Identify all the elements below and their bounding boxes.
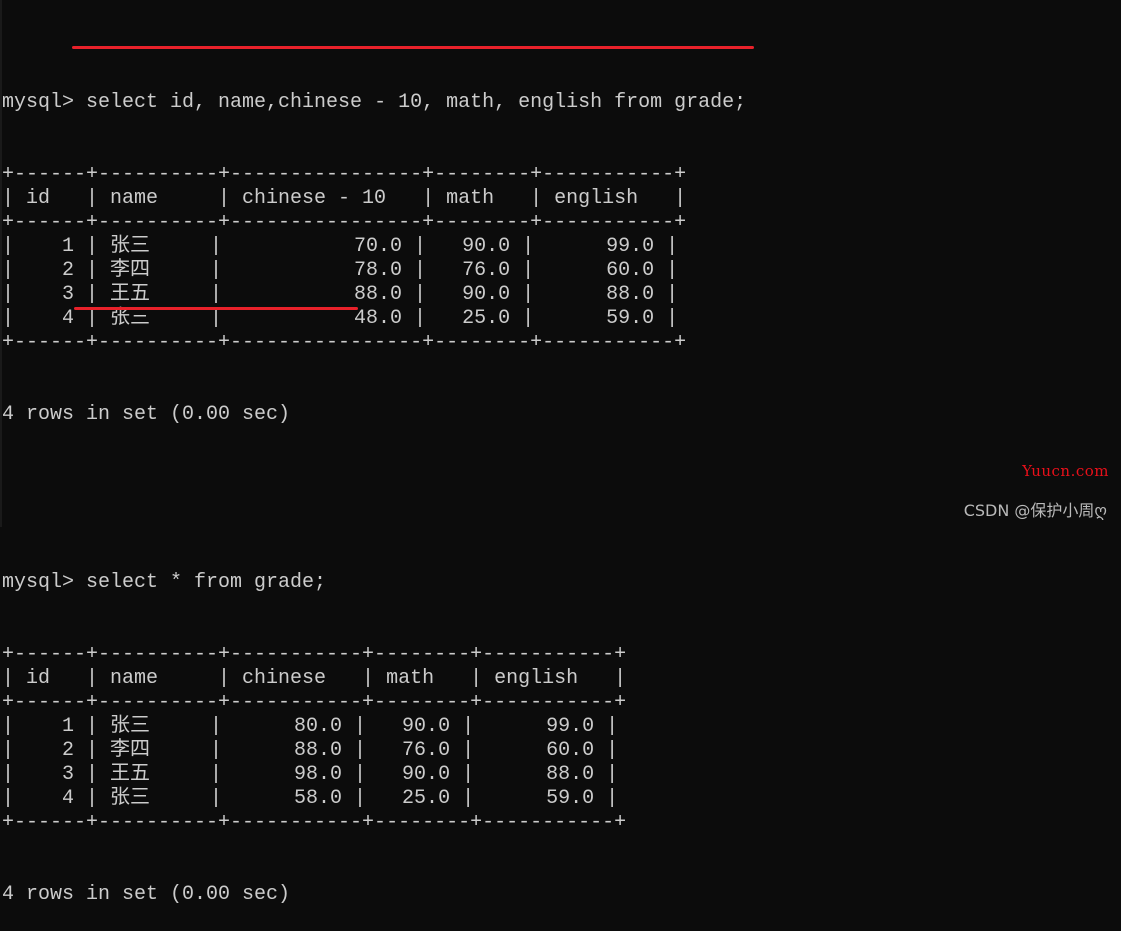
prompt: mysql> (2, 91, 87, 114)
query-2-summary: 4 rows in set (0.00 sec) (2, 883, 291, 906)
table-border: +------+----------+----------------+----… (2, 331, 687, 354)
prompt: mysql> (2, 571, 87, 594)
site-watermark: Yuucn.com (1022, 462, 1109, 480)
table-row: | 4 | 张三 | 48.0 | 25.0 | 59.0 | (2, 307, 679, 330)
table-border: +------+----------+----------------+----… (2, 211, 687, 234)
table-header: | id | name | chinese - 10 | math | engl… (2, 187, 687, 210)
table-row: | 4 | 张三 | 58.0 | 25.0 | 59.0 | (2, 787, 619, 810)
table-border: +------+----------+-----------+--------+… (2, 811, 627, 834)
query-2-line: mysql> select * from grade; (2, 571, 746, 595)
table-row: | 1 | 张三 | 70.0 | 90.0 | 99.0 | (2, 235, 679, 258)
query-2-command: select * from grade; (86, 571, 327, 594)
table-row: | 1 | 张三 | 80.0 | 90.0 | 99.0 | (2, 715, 619, 738)
table-border: +------+----------+----------------+----… (2, 163, 687, 186)
author-watermark: CSDN @保护小周ღ (963, 501, 1107, 520)
table-row: | 2 | 李四 | 78.0 | 76.0 | 60.0 | (2, 259, 679, 282)
table-row: | 3 | 王五 | 88.0 | 90.0 | 88.0 | (2, 283, 679, 306)
annotation-underline-2 (74, 307, 358, 310)
query-1-command: select id, name,chinese - 10, math, engl… (86, 91, 747, 114)
table-border: +------+----------+-----------+--------+… (2, 691, 627, 714)
annotation-underline-1 (72, 46, 754, 49)
result-table-1: +------+----------+----------------+----… (2, 163, 746, 355)
table-row: | 2 | 李四 | 88.0 | 76.0 | 60.0 | (2, 739, 619, 762)
result-table-2: +------+----------+-----------+--------+… (2, 643, 746, 835)
table-header: | id | name | chinese | math | english | (2, 667, 627, 690)
table-row: | 3 | 王五 | 98.0 | 90.0 | 88.0 | (2, 763, 619, 786)
query-1-summary: 4 rows in set (0.00 sec) (2, 403, 291, 426)
query-1-line: mysql> select id, name,chinese - 10, mat… (2, 91, 746, 115)
table-border: +------+----------+-----------+--------+… (2, 643, 627, 666)
mysql-console[interactable]: mysql> select id, name,chinese - 10, mat… (2, 19, 746, 931)
